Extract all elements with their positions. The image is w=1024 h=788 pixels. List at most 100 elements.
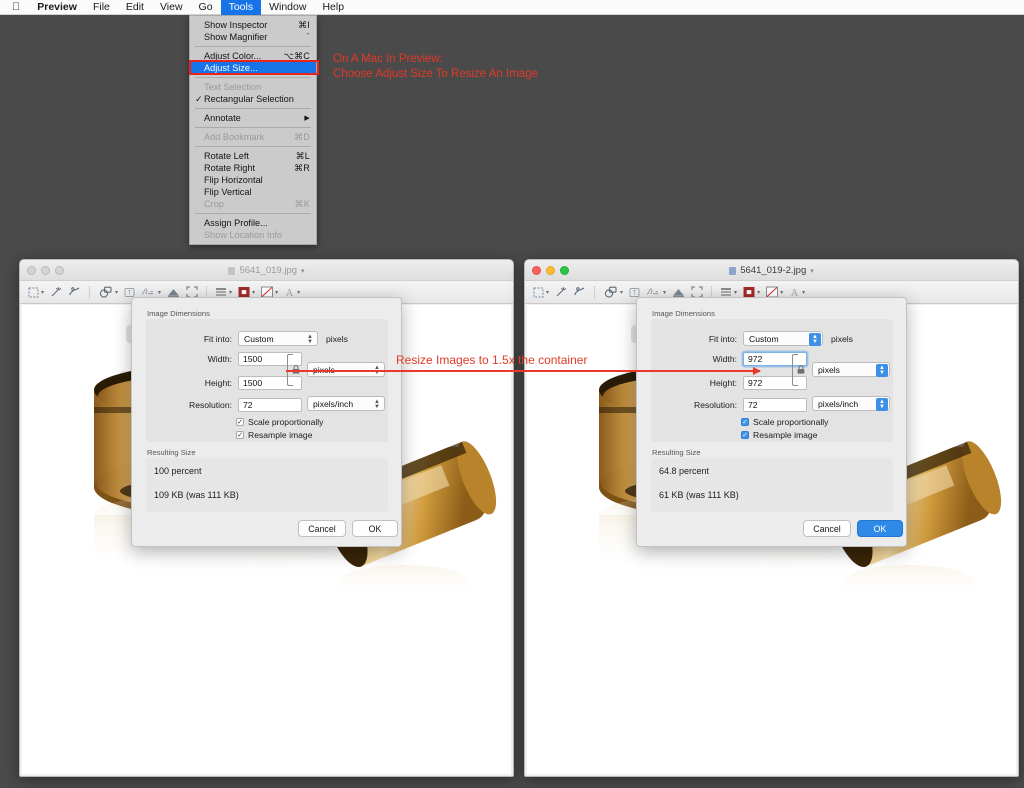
ok-button[interactable]: OK: [857, 520, 903, 537]
resample-image-checkbox[interactable]: ✓: [236, 431, 244, 439]
chevron-down-icon[interactable]: ▾: [275, 289, 278, 296]
toolbar-button-sketch[interactable]: [570, 281, 589, 304]
resolution-unit-select[interactable]: pixels/inch ▲ ▼: [307, 396, 385, 411]
width-value: 1500: [243, 354, 263, 364]
traffic-lights-left[interactable]: [20, 265, 64, 275]
cancel-button[interactable]: Cancel: [298, 520, 346, 537]
close-button[interactable]: [27, 265, 36, 275]
minimize-button[interactable]: [546, 265, 555, 275]
tools-menu-item-show-inspector[interactable]: Show Inspector ⌘I: [190, 19, 316, 31]
toolbar-button-instant-alpha[interactable]: [47, 281, 65, 304]
menu-item-label: Rotate Right: [204, 163, 256, 173]
resample-image-checkbox[interactable]: ✓: [741, 431, 749, 439]
stepper-icon[interactable]: ▲ ▼: [876, 364, 888, 377]
chevron-down-icon[interactable]: ▾: [297, 289, 300, 296]
fit-into-unit: pixels: [831, 333, 853, 344]
resolution-unit-select[interactable]: pixels/inch ▲ ▼: [812, 396, 890, 411]
menu-item-window[interactable]: Window: [261, 0, 314, 15]
chevron-down-icon[interactable]: ▾: [757, 289, 760, 296]
rectangular-selection-icon: [28, 287, 39, 298]
lock-icon[interactable]: [797, 365, 805, 374]
chevron-down-icon[interactable]: ▾: [802, 289, 805, 296]
tools-menu-item-rotate-left[interactable]: Rotate Left ⌘L: [190, 150, 316, 162]
close-button[interactable]: [532, 265, 541, 275]
chevron-down-icon[interactable]: ▾: [620, 289, 623, 296]
menu-item-label: Show Inspector: [204, 20, 268, 30]
fit-into-select[interactable]: Custom ▲ ▼: [238, 331, 318, 346]
tools-menu-item-text-selection: Text Selection: [190, 81, 316, 93]
height-label: Height:: [204, 378, 232, 388]
scale-proportionally-row[interactable]: ✓ Scale proportionally: [236, 417, 323, 427]
window-title-text: 5641_019.jpg: [239, 265, 298, 276]
menu-item-label: Crop: [204, 199, 224, 209]
menu-item-view[interactable]: View: [152, 0, 191, 15]
scale-proportionally-row[interactable]: ✓ Scale proportionally: [741, 417, 828, 427]
menu-separator: [195, 213, 311, 214]
chevron-down-icon[interactable]: ▾: [546, 289, 549, 296]
titlebar-right[interactable]: 5641_019-2.jpg ▾: [525, 260, 1018, 281]
chevron-down-icon[interactable]: ▾: [252, 289, 255, 296]
resulting-size-title: Resulting Size: [147, 448, 196, 457]
toolbar-button-sketch[interactable]: [65, 281, 84, 304]
resolution-input[interactable]: 72: [743, 398, 807, 412]
ok-button[interactable]: OK: [352, 520, 398, 537]
menu-item-preview[interactable]: Preview: [29, 0, 85, 15]
aspect-ratio-lock[interactable]: [792, 354, 806, 386]
chevron-down-icon[interactable]: ▾: [41, 289, 44, 296]
adjust-size-dialog-right[interactable]: Image Dimensions Fit into: Custom ▲ ▼ pix…: [636, 297, 907, 547]
menu-item-file[interactable]: File: [85, 0, 118, 15]
resample-image-row[interactable]: ✓ Resample image: [236, 430, 312, 440]
height-value: 972: [748, 378, 763, 388]
menu-item-label: Annotate: [204, 113, 241, 123]
zoom-button[interactable]: [560, 265, 569, 275]
scale-proportionally-checkbox[interactable]: ✓: [236, 418, 244, 426]
stepper-icon[interactable]: ▲ ▼: [304, 333, 316, 346]
menu-item-help[interactable]: Help: [314, 0, 352, 15]
tools-dropdown-menu[interactable]: Show Inspector ⌘I Show Magnifier ` Adjust Co…: [189, 15, 317, 245]
chevron-down-icon[interactable]: ▾: [663, 289, 666, 296]
apple-logo-icon[interactable]: : [0, 1, 29, 13]
chevron-down-icon[interactable]: ▾: [115, 289, 118, 296]
tools-menu-item-flip-horizontal[interactable]: Flip Horizontal: [190, 174, 316, 186]
toolbar-button-rectangular-selection[interactable]: ▾: [530, 281, 552, 304]
menu-item-tools[interactable]: Tools: [220, 0, 262, 15]
scale-proportionally-checkbox[interactable]: ✓: [741, 418, 749, 426]
toolbar-button-shapes[interactable]: ▾: [95, 281, 121, 304]
text-icon: T: [124, 287, 135, 298]
tools-menu-item-assign-profile[interactable]: Assign Profile...: [190, 217, 316, 229]
fit-into-select[interactable]: Custom ▲ ▼: [743, 331, 823, 346]
zoom-button[interactable]: [55, 265, 64, 275]
chevron-down-icon[interactable]: ▾: [158, 289, 161, 296]
traffic-lights-right[interactable]: [525, 265, 569, 275]
resolution-input[interactable]: 72: [238, 398, 302, 412]
toolbar-button-shapes[interactable]: ▾: [600, 281, 626, 304]
chevron-down-icon[interactable]: ▾: [780, 289, 783, 296]
tools-menu-item-show-magnifier[interactable]: Show Magnifier `: [190, 31, 316, 43]
dimension-unit-select[interactable]: pixels ▲▼: [812, 362, 890, 377]
tools-menu-item-adjust-color[interactable]: Adjust Color... ⌥⌘C: [190, 50, 316, 62]
menu-item-go[interactable]: Go: [191, 0, 221, 15]
chevron-down-icon[interactable]: ▾: [734, 289, 737, 296]
toolbar-button-rectangular-selection[interactable]: ▾: [25, 281, 47, 304]
resample-image-row[interactable]: ✓ Resample image: [741, 430, 817, 440]
titlebar-left[interactable]: 5641_019.jpg ▾: [20, 260, 513, 281]
tools-menu-item-flip-vertical[interactable]: Flip Vertical: [190, 186, 316, 198]
tools-menu-item-annotate[interactable]: Annotate ▶: [190, 112, 316, 124]
annotation-top: On A Mac In Preview: Choose Adjust Size …: [333, 52, 538, 82]
tools-menu-item-rotate-right[interactable]: Rotate Right ⌘R: [190, 162, 316, 174]
menu-item-edit[interactable]: Edit: [118, 0, 152, 15]
stepper-icon[interactable]: ▲ ▼: [876, 398, 888, 411]
cancel-button[interactable]: Cancel: [803, 520, 851, 537]
chevron-down-icon[interactable]: ▾: [301, 267, 305, 275]
stepper-icon[interactable]: ▲ ▼: [371, 398, 383, 411]
chevron-down-icon[interactable]: ▾: [810, 267, 814, 275]
tools-menu-item-adjust-size[interactable]: Adjust Size...: [190, 62, 316, 74]
minimize-button[interactable]: [41, 265, 50, 275]
toolbar-button-instant-alpha[interactable]: [552, 281, 570, 304]
chevron-down-icon[interactable]: ▾: [229, 289, 232, 296]
stepper-icon[interactable]: ▲ ▼: [809, 333, 821, 346]
text-icon: T: [629, 287, 640, 298]
tools-menu-item-rectangular-selection[interactable]: ✓ Rectangular Selection: [190, 93, 316, 105]
resolution-value: 72: [243, 400, 253, 410]
adjust-size-dialog-left[interactable]: Image Dimensions Fit into: Custom ▲ ▼ pix…: [131, 297, 402, 547]
